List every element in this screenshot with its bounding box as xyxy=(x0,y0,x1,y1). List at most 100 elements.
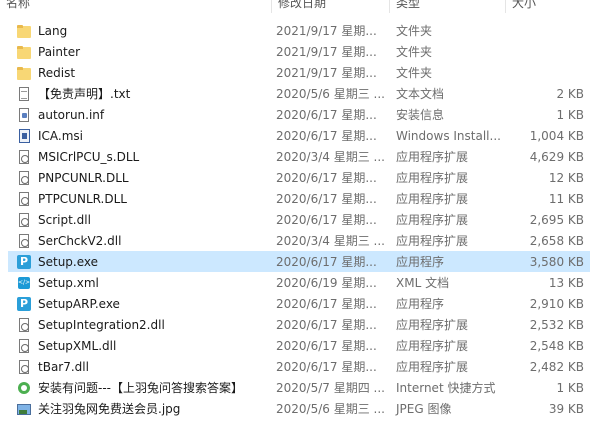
file-type: XML 文档 xyxy=(396,276,450,290)
file-row[interactable]: PNPCUNLR.DLL 2020/6/17 星期... 应用程序扩展 12 KB xyxy=(8,167,590,188)
file-date-modified: 2020/6/17 星期... xyxy=(276,213,377,227)
file-type: 应用程序 xyxy=(396,255,445,269)
file-name: SetupARP.exe xyxy=(38,296,120,311)
installer-package-icon xyxy=(16,128,32,144)
file-name: Redist xyxy=(38,65,76,80)
file-name: Lang xyxy=(38,23,68,38)
internet-shortcut-icon xyxy=(16,380,32,396)
painter-app-icon xyxy=(16,254,32,270)
file-name: tBar7.dll xyxy=(38,359,89,374)
file-row[interactable]: Script.dll 2020/6/17 星期... 应用程序扩展 2,695 KB xyxy=(8,209,590,230)
file-type: JPEG 图像 xyxy=(396,402,452,416)
file-name: Script.dll xyxy=(38,212,91,227)
file-date-modified: 2021/9/17 星期... xyxy=(276,45,377,59)
file-size: 3,580 KB xyxy=(529,254,584,269)
file-row[interactable]: Painter 2021/9/17 星期... 文件夹 xyxy=(8,41,590,62)
folder-icon xyxy=(16,23,32,39)
column-header-date-modified[interactable]: 修改日期 xyxy=(272,0,390,13)
file-size: 2,658 KB xyxy=(529,233,584,248)
file-name: PNPCUNLR.DLL xyxy=(38,170,129,185)
file-size: 12 KB xyxy=(548,170,584,185)
file-row[interactable]: Setup.xml 2020/6/19 星期... XML 文档 13 KB xyxy=(8,272,590,293)
file-row[interactable]: autorun.inf 2020/6/17 星期... 安装信息 1 KB xyxy=(8,104,590,125)
file-name: SetupIntegration2.dll xyxy=(38,317,165,332)
file-row[interactable]: SetupARP.exe 2020/6/17 星期... 应用程序 2,910 KB xyxy=(8,293,590,314)
dll-icon xyxy=(16,233,32,249)
file-name: Setup.exe xyxy=(38,254,99,269)
file-name: SetupXML.dll xyxy=(38,338,117,353)
file-type: Windows Install... xyxy=(396,128,501,143)
file-row[interactable]: SetupIntegration2.dll 2020/6/17 星期... 应用程序… xyxy=(8,314,590,335)
file-type: 文件夹 xyxy=(396,66,433,80)
jpeg-image-icon xyxy=(16,401,32,417)
file-date-modified: 2020/6/17 星期... xyxy=(276,171,377,185)
file-type: 应用程序扩展 xyxy=(396,171,469,185)
file-type: 文件夹 xyxy=(396,24,433,38)
file-date-modified: 2020/6/17 星期... xyxy=(276,192,377,206)
file-row[interactable]: SetupXML.dll 2020/6/17 星期... 应用程序扩展 2,548 K… xyxy=(8,335,590,356)
file-row[interactable]: tBar7.dll 2020/6/17 星期... 应用程序扩展 2,482 KB xyxy=(8,356,590,377)
file-name: 安装有问题---【上羽兔问答搜索答案】 xyxy=(38,381,243,395)
file-type: 文本文档 xyxy=(396,87,445,101)
folder-icon xyxy=(16,65,32,81)
file-date-modified: 2020/5/6 星期三 ... xyxy=(276,87,385,101)
column-header-type[interactable]: 类型 xyxy=(390,0,506,13)
file-name: 关注羽兔网免费送会员.jpg xyxy=(38,402,181,416)
file-size: 2,910 KB xyxy=(529,296,584,311)
file-type: 应用程序扩展 xyxy=(396,339,469,353)
file-type: 安装信息 xyxy=(396,108,445,122)
folder-icon xyxy=(16,44,32,60)
file-date-modified: 2020/6/17 星期... xyxy=(276,339,377,353)
painter-app-icon xyxy=(16,296,32,312)
file-date-modified: 2021/9/17 星期... xyxy=(276,24,377,38)
file-name: 【免责声明】.txt xyxy=(38,87,131,101)
file-type: 应用程序扩展 xyxy=(396,360,469,374)
file-size: 13 KB xyxy=(548,275,584,290)
file-size: 4,629 KB xyxy=(529,149,584,164)
file-row[interactable]: 【免责声明】.txt 2020/5/6 星期三 ... 文本文档 2 KB xyxy=(8,83,590,104)
file-date-modified: 2020/3/4 星期三 ... xyxy=(276,234,385,248)
file-date-modified: 2021/9/17 星期... xyxy=(276,66,377,80)
dll-icon xyxy=(16,149,32,165)
file-row[interactable]: ICA.msi 2020/6/17 星期... Windows Install...… xyxy=(8,125,590,146)
text-document-icon xyxy=(16,86,32,102)
file-row[interactable]: 安装有问题---【上羽兔问答搜索答案】 2020/5/7 星期四 ... Inter… xyxy=(8,377,590,398)
file-row[interactable]: Redist 2021/9/17 星期... 文件夹 xyxy=(8,62,590,83)
file-size: 1 KB xyxy=(556,380,584,395)
column-header-name[interactable]: 名称 xyxy=(0,0,272,13)
file-row[interactable]: PTPCUNLR.DLL 2020/6/17 星期... 应用程序扩展 11 KB xyxy=(8,188,590,209)
dll-icon xyxy=(16,191,32,207)
file-size: 11 KB xyxy=(548,191,584,206)
file-row[interactable]: MSICrlPCU_s.DLL 2020/3/4 星期三 ... 应用程序扩展 4,6… xyxy=(8,146,590,167)
file-date-modified: 2020/6/17 星期... xyxy=(276,129,377,143)
file-type: 应用程序扩展 xyxy=(396,318,469,332)
file-type: 文件夹 xyxy=(396,45,433,59)
dll-icon xyxy=(16,212,32,228)
file-size: 2,532 KB xyxy=(529,317,584,332)
file-type: 应用程序 xyxy=(396,297,445,311)
xml-document-icon xyxy=(16,275,32,291)
file-row[interactable]: SerChckV2.dll 2020/3/4 星期三 ... 应用程序扩展 2,658… xyxy=(8,230,590,251)
file-type: 应用程序扩展 xyxy=(396,150,469,164)
file-date-modified: 2020/6/17 星期... xyxy=(276,255,377,269)
file-row[interactable]: 关注羽兔网免费送会员.jpg 2020/5/6 星期三 ... JPEG 图像 39 … xyxy=(8,398,590,419)
file-date-modified: 2020/6/17 星期... xyxy=(276,297,377,311)
dll-icon xyxy=(16,170,32,186)
file-row[interactable]: Setup.exe 2020/6/17 星期... 应用程序 3,580 KB xyxy=(8,251,590,272)
dll-icon xyxy=(16,338,32,354)
file-date-modified: 2020/6/19 星期... xyxy=(276,276,377,290)
file-type: 应用程序扩展 xyxy=(396,234,469,248)
column-header-bar: 名称 修改日期 类型 大小 xyxy=(0,0,604,14)
file-name: Setup.xml xyxy=(38,275,99,290)
file-type: 应用程序扩展 xyxy=(396,213,469,227)
file-date-modified: 2020/5/6 星期三 ... xyxy=(276,402,385,416)
file-size: 2 KB xyxy=(556,86,584,101)
file-size: 39 KB xyxy=(548,401,584,416)
file-type: 应用程序扩展 xyxy=(396,192,469,206)
file-size: 1 KB xyxy=(556,107,584,122)
file-size: 2,548 KB xyxy=(529,338,584,353)
column-header-size[interactable]: 大小 xyxy=(506,0,604,13)
file-date-modified: 2020/3/4 星期三 ... xyxy=(276,150,385,164)
dll-icon xyxy=(16,359,32,375)
file-row[interactable]: Lang 2021/9/17 星期... 文件夹 xyxy=(8,20,590,41)
